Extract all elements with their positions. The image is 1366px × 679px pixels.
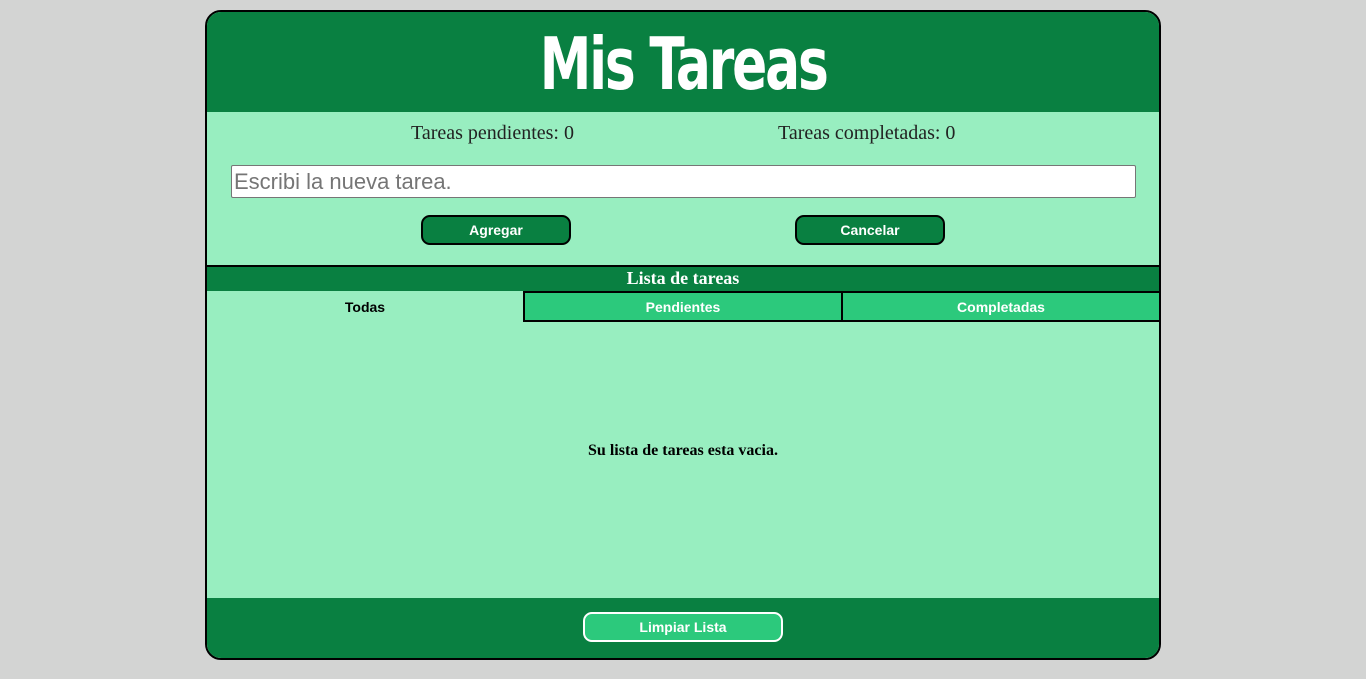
new-task-input[interactable] <box>231 165 1136 198</box>
completed-count: Tareas completadas: 0 <box>778 122 956 144</box>
filter-tabs: Todas Pendientes Completadas <box>207 291 1159 322</box>
cancel-button[interactable]: Cancelar <box>795 215 945 245</box>
app-header: Mis Tareas <box>207 12 1159 112</box>
add-button[interactable]: Agregar <box>421 215 571 245</box>
empty-list-message: Su lista de tareas esta vacia. <box>588 442 778 459</box>
tab-completed[interactable]: Completadas <box>843 291 1159 322</box>
todo-app-container: Mis Tareas Tareas pendientes: 0 Tareas c… <box>205 10 1161 660</box>
page-title: Mis Tareas <box>539 22 829 106</box>
tab-pending[interactable]: Pendientes <box>523 291 843 322</box>
app-footer: Limpiar Lista <box>207 598 1159 658</box>
tab-all[interactable]: Todas <box>207 291 523 322</box>
pending-count: Tareas pendientes: 0 <box>411 122 574 144</box>
clear-list-button[interactable]: Limpiar Lista <box>583 612 783 642</box>
task-list-title: Lista de tareas <box>207 265 1159 291</box>
